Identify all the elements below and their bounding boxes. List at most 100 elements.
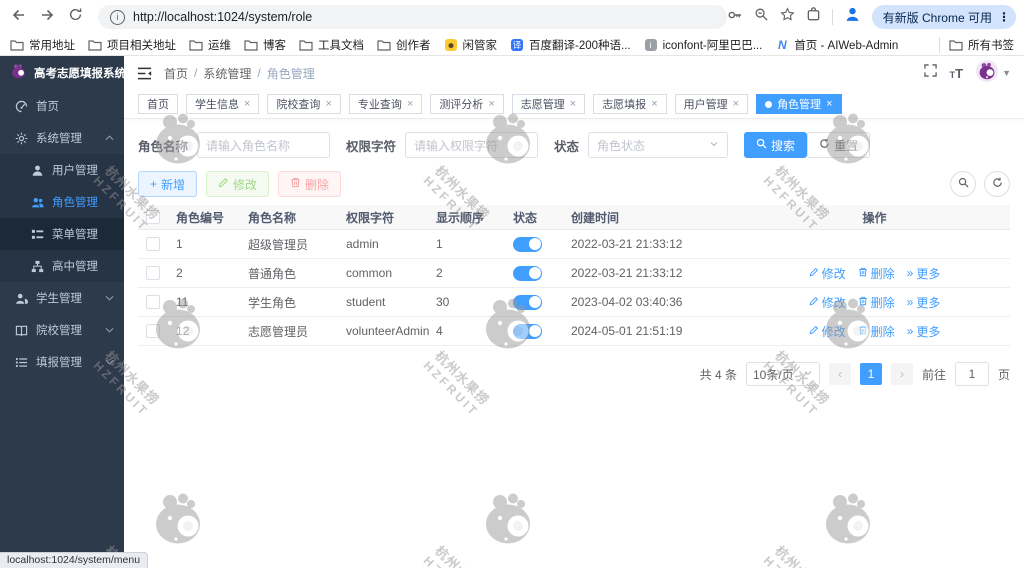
tab-志愿填报[interactable]: 志愿填报 × [593,94,667,114]
row-edit-link[interactable]: 修改 [809,294,846,311]
toggle-search-button[interactable] [950,171,976,197]
tab-专业查询[interactable]: 专业查询 × [348,94,423,114]
fullscreen-icon[interactable] [923,64,937,82]
row-more-link[interactable]: » 更多 [907,294,941,311]
tab-首页[interactable]: 首页 × [138,94,178,114]
delete-button[interactable]: 删除 [278,171,342,197]
row-delete-link[interactable]: 删除 [858,294,895,311]
folder-icon [244,38,258,52]
bookmark-item[interactable]: 运维 [189,37,231,53]
status-toggle[interactable] [513,236,542,252]
font-size-icon[interactable]: TT [950,66,963,81]
row-checkbox[interactable] [146,266,160,281]
breadcrumb-system[interactable]: 系统管理 [203,65,251,82]
close-icon[interactable]: × [651,98,657,110]
tab-测评分析[interactable]: 测评分析 × [430,94,504,114]
row-checkbox[interactable] [146,237,160,252]
tab-用户管理[interactable]: 用户管理 × [674,94,749,114]
app-logo[interactable]: 高考志愿填报系统 [0,56,124,90]
bookmark-item[interactable]: 译 百度翻译-200种语... [510,37,631,53]
search-button[interactable]: 搜索 [744,132,808,158]
row-edit-link[interactable]: 修改 [809,265,846,282]
row-more-link[interactable]: » 更多 [907,265,941,282]
role-name-input[interactable]: 请输入角色名称 [197,132,331,158]
reset-button[interactable]: 重置 [807,132,871,158]
row-checkbox[interactable] [146,295,160,310]
close-icon[interactable]: × [325,98,331,110]
status-toggle[interactable] [513,265,542,281]
chevron-down-icon [803,367,813,381]
all-bookmarks-button[interactable]: 所有书签 [949,37,1014,53]
reload-button[interactable] [62,4,88,30]
forward-button[interactable] [34,4,60,30]
tab-学生信息[interactable]: 学生信息 × [186,94,260,114]
bookmark-item[interactable]: 创作者 [377,37,431,53]
breadcrumb-home[interactable]: 首页 [164,65,188,82]
sidebar-toggle-button[interactable] [137,67,152,80]
tab-志愿管理[interactable]: 志愿管理 × [511,94,586,114]
pagination: 共 4 条 10条/页 ‹ 1 › 前往 页 [138,362,1010,386]
row-edit-link[interactable]: 修改 [809,323,846,340]
status-toggle[interactable] [513,294,542,310]
close-icon[interactable]: × [826,98,832,110]
back-button[interactable] [6,4,32,30]
user-avatar[interactable]: ▼ [976,59,1011,87]
edit-button[interactable]: 修改 [206,171,270,197]
bookmark-item[interactable]: 项目相关地址 [88,37,176,53]
bookmark-item[interactable]: 闲管家 [444,37,497,53]
folder-icon [189,38,203,52]
prev-page-button[interactable]: ‹ [828,363,851,385]
sidebar-item-menu[interactable]: 菜单管理 [0,218,124,250]
avatar-image [976,59,999,87]
bookmark-item[interactable]: N 首页 - AIWeb-Admin [775,37,898,53]
close-icon[interactable]: × [733,98,739,110]
password-key-icon[interactable] [727,7,743,28]
refresh-table-button[interactable] [984,171,1010,197]
row-more-link[interactable]: » 更多 [907,323,941,340]
sidebar-item-home[interactable]: 首页 [0,90,124,122]
status-toggle[interactable] [513,323,542,339]
sidebar-item-student[interactable]: 学生管理 [0,282,124,314]
bookmark-star-icon[interactable] [780,7,795,27]
bookmark-item[interactable]: 博客 [244,37,286,53]
status-select[interactable]: 角色状态 [588,132,729,158]
trash-icon [858,266,868,280]
zoom-icon[interactable] [754,7,769,27]
search-icon [958,175,969,193]
tab-院校查询[interactable]: 院校查询 × [267,94,341,114]
bookmark-item[interactable]: 常用地址 [10,37,75,53]
breadcrumb: 首页 / 系统管理 / 角色管理 [164,65,315,82]
close-icon[interactable]: × [570,98,576,110]
bookmark-item[interactable]: i iconfont-阿里巴巴... [644,37,762,53]
row-delete-link[interactable]: 删除 [858,265,895,282]
page-size-select[interactable]: 10条/页 [745,362,820,386]
next-page-button[interactable]: › [890,363,913,385]
col-actions: 操作 [739,205,1010,230]
chrome-menu-icon[interactable]: ⋮ [998,10,1010,24]
extensions-icon[interactable] [806,7,821,27]
site-info-icon[interactable]: i [110,9,125,25]
sidebar-item-role[interactable]: 角色管理 [0,186,124,218]
close-icon[interactable]: × [488,98,494,110]
select-all-checkbox[interactable] [146,210,160,225]
address-bar[interactable]: i http://localhost:1024/system/role [98,5,727,29]
row-checkbox[interactable] [146,324,160,339]
sidebar-item-user[interactable]: 用户管理 [0,154,124,186]
bookmark-item[interactable]: 工具文档 [299,37,364,53]
goto-page-input[interactable] [954,362,989,386]
table-row: 2 普通角色 common 2 2022-03-21 21:33:12 修改 删除… [138,258,1010,288]
sidebar-item-system[interactable]: 系统管理 [0,122,124,154]
profile-icon[interactable] [844,6,861,28]
sidebar-item-highschool[interactable]: 高中管理 [0,250,124,282]
add-button[interactable]: + 新增 [138,171,198,197]
tab-角色管理[interactable]: 角色管理 × [756,94,842,114]
close-icon[interactable]: × [407,98,413,110]
page-content: 角色名称 请输入角色名称 权限字符 请输入权限字符 状态 角色状态 搜索 重置 … [124,119,1024,568]
chrome-update-button[interactable]: 有新版 Chrome 可用 ⋮ [871,5,1016,29]
row-delete-link[interactable]: 删除 [858,323,895,340]
perm-key-input[interactable]: 请输入权限字符 [405,132,539,158]
sidebar-item-apply[interactable]: 填报管理 [0,346,124,378]
close-icon[interactable]: × [244,98,250,110]
page-1-button[interactable]: 1 [859,363,882,385]
sidebar-item-college[interactable]: 院校管理 [0,314,124,346]
